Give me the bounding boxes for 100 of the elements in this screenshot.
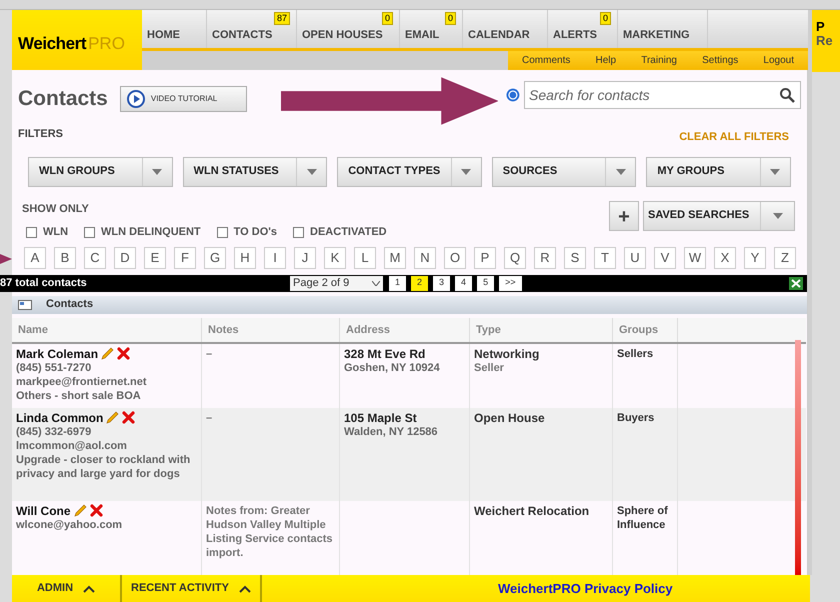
panel-title: Contacts [46,297,94,312]
letter-filter[interactable]: W [684,246,706,268]
letter-filter[interactable]: D [114,246,136,268]
page-button[interactable]: 3 [433,276,450,290]
caret-icon [770,168,780,174]
spreadsheet-icon[interactable] [789,276,803,290]
checkbox[interactable] [26,226,37,238]
filter-dropdown[interactable]: WLN STATUSES [182,156,328,186]
filter-dropdown[interactable]: MY GROUPS [646,156,791,186]
show-only-label: SHOW ONLY [22,202,90,216]
letter-filter[interactable]: G [204,246,226,268]
nav-link[interactable]: Comments [522,53,570,68]
footer-tab[interactable]: RECENT ACTIVITY [122,575,262,602]
letter-filter[interactable]: H [234,246,256,268]
caret-icon [306,168,317,174]
letter-filter[interactable]: C [84,246,106,268]
contact-notes: – [206,410,214,424]
nav-link[interactable]: Logout [763,53,794,68]
filter-dropdown-label: WLN STATUSES [192,164,279,178]
city-address: Goshen, NY 10924 [344,360,441,374]
filter-dropdown[interactable]: CONTACT TYPES [337,156,482,186]
letter-filter[interactable]: Q [504,246,526,268]
letter-filter[interactable]: R [534,246,556,268]
contact-group: Sellers [617,346,673,360]
nav-link[interactable]: Settings [702,53,738,68]
logo-suffix: PRO [88,32,125,54]
caret-icon [461,168,472,174]
letter-filter[interactable]: E [144,246,166,268]
letter-filter[interactable]: V [654,246,676,268]
contact-type: Networking [474,346,540,360]
caret-icon [372,280,380,286]
contact-detail: wlcone@yahoo.com [16,518,124,532]
filter-dropdown[interactable]: WLN GROUPS [28,156,173,186]
page-button[interactable]: 4 [455,276,472,290]
help-icon[interactable] [506,88,520,102]
letter-filter[interactable]: Z [774,246,796,268]
letter-filter[interactable]: M [384,246,406,268]
letter-filter[interactable]: Y [744,246,766,268]
saved-searches-dropdown[interactable]: SAVED SEARCHES [643,200,795,230]
video-tutorial-button[interactable]: VIDEO TUTORIAL [120,86,247,112]
contact-detail: (845) 551-7270 [16,360,92,374]
letter-filter[interactable]: L [354,246,376,268]
side-panel-text: Re [816,33,834,50]
nav-link[interactable]: Training [641,53,677,68]
pencil-icon[interactable] [106,411,120,424]
contact-detail: markpee@frontiernet.net [16,374,148,388]
page-button[interactable]: 1 [389,276,406,290]
letter-filter[interactable]: J [294,246,316,268]
arrow-icon [280,76,498,124]
letter-filter[interactable]: U [624,246,646,268]
letter-filter[interactable]: N [414,246,436,268]
filter-dropdown[interactable]: SOURCES [492,156,636,186]
contact-name[interactable]: Will Cone [16,504,71,518]
checkbox-label: TO DO's [234,225,278,240]
letter-filter[interactable]: S [564,246,586,268]
letter-filter[interactable]: F [174,246,196,268]
caret-icon [616,168,626,174]
pencil-icon[interactable] [101,347,114,360]
add-button[interactable]: + [609,200,639,230]
contact-name[interactable]: Linda Common [16,410,104,424]
street-address: 328 Mt Eve Rd [344,346,426,360]
letter-filter[interactable]: K [324,246,346,268]
checkbox[interactable] [84,226,96,238]
letter-filter[interactable]: O [444,246,466,268]
saved-searches-label: SAVED SEARCHES [647,208,750,224]
page-button[interactable]: >> [499,276,522,290]
pencil-icon[interactable] [74,504,87,517]
search-field[interactable]: Search for contacts [524,80,801,108]
page-select[interactable]: Page 2 of 9 [290,276,383,290]
delete-icon[interactable] [90,504,103,517]
nav-link[interactable]: Help [596,53,616,68]
letter-filter[interactable]: I [264,246,286,268]
contact-detail: lmcommon@aol.com [16,438,128,452]
contact-type: Open House [474,410,546,424]
page-button[interactable]: 5 [477,276,494,290]
play-icon [126,90,145,108]
letter-filter[interactable]: P [474,246,496,268]
contact-detail: (845) 332-6979 [16,424,92,438]
delete-icon[interactable] [122,411,136,424]
contact-type: Weichert Relocation [474,504,590,518]
search-icon[interactable] [778,86,795,102]
letter-filter[interactable]: X [714,246,736,268]
contact-subtype: Seller [474,360,505,374]
logo-brand: Weichert [18,32,86,54]
contact-detail: Upgrade - closer to rockland with privacy and large yard for dogs [16,452,192,480]
checkbox[interactable] [216,226,228,238]
logo[interactable]: WeichertPRO [12,10,142,70]
caret-icon [152,168,162,174]
chevron-up-icon [83,584,96,592]
letter-filter[interactable]: B [54,246,76,268]
letter-filter[interactable]: A [24,246,46,268]
privacy-policy-link[interactable]: WeichertPRO Privacy Policy [498,578,673,598]
street-address: 105 Maple St [344,410,418,424]
footer-tab[interactable]: ADMIN [12,575,122,602]
letter-filter[interactable]: T [594,246,616,268]
delete-icon[interactable] [117,347,130,360]
filter-dropdown-label: WLN GROUPS [38,164,115,178]
contact-name[interactable]: Mark Coleman [16,346,98,360]
page-button[interactable]: 2 [411,276,428,290]
checkbox[interactable] [293,226,304,238]
